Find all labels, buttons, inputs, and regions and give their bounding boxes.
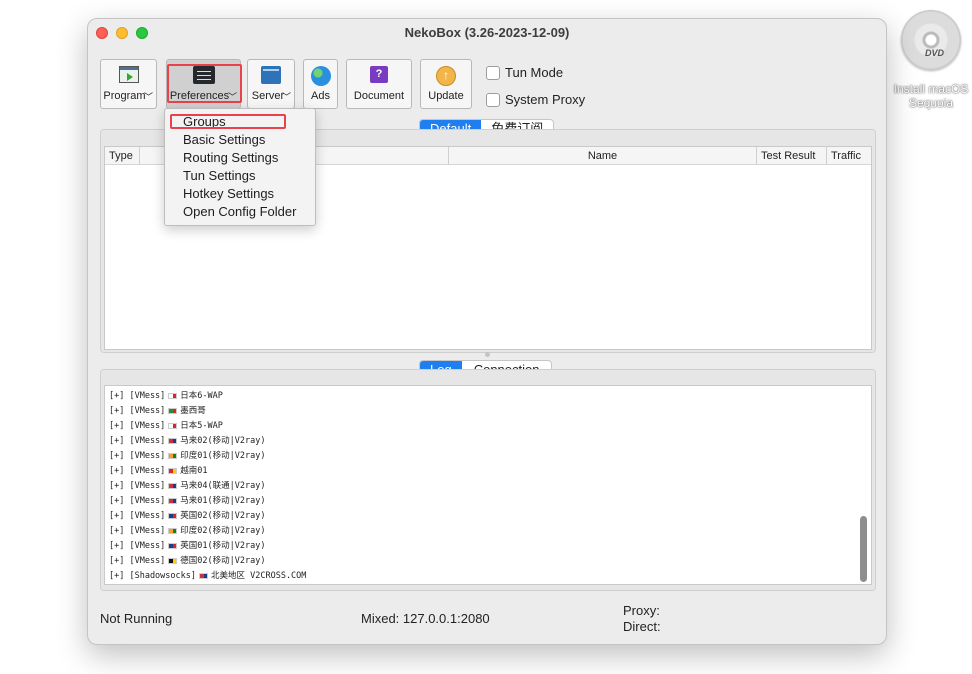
flag-icon bbox=[168, 422, 178, 429]
tun-mode-checkbox[interactable]: Tun Mode bbox=[486, 65, 563, 80]
column-type[interactable]: Type bbox=[105, 147, 140, 165]
log-line: [+] [Shadowsocks] 北美地区 V2CROSS.COM bbox=[109, 571, 307, 581]
status-proxy: Proxy: bbox=[623, 603, 660, 618]
flag-icon bbox=[168, 467, 178, 474]
nekobox-window: NekoBox (3.26-2023-12-09) Program ﹀ Pref… bbox=[87, 18, 887, 645]
log-line: [+] [VMess] 英国02(移动|V2ray) bbox=[109, 511, 266, 521]
flag-icon bbox=[168, 512, 178, 519]
flag-icon bbox=[168, 557, 178, 564]
log-lines: [+] [VMess] 日本6-WAP [+] [VMess] 墨西哥 [+] [VMe… bbox=[105, 386, 871, 584]
menu-item-hotkey-settings[interactable]: Hotkey Settings bbox=[165, 185, 315, 203]
document-button[interactable]: ? Document bbox=[346, 59, 412, 109]
menu-item-tun-settings[interactable]: Tun Settings bbox=[165, 167, 315, 185]
flag-icon bbox=[168, 527, 178, 534]
titlebar: NekoBox (3.26-2023-12-09) bbox=[88, 19, 886, 47]
log-line: [+] [VMess] 日本6-WAP bbox=[109, 391, 223, 401]
desktop-icon-label: Install macOS Sequoia bbox=[893, 82, 969, 110]
column-traffic[interactable]: Traffic bbox=[827, 147, 873, 165]
preferences-menu: Groups Basic Settings Routing Settings T… bbox=[164, 108, 316, 226]
preferences-icon bbox=[192, 66, 215, 84]
program-button[interactable]: Program ﹀ bbox=[100, 59, 157, 109]
desktop-install-macos-icon[interactable]: DVD Install macOS Sequoia bbox=[890, 10, 972, 110]
log-line: [+] [VMess] 印度02(移动|V2ray) bbox=[109, 526, 266, 536]
flag-icon bbox=[168, 392, 178, 399]
system-proxy-checkbox[interactable]: System Proxy bbox=[486, 92, 585, 107]
chevron-down-icon: ﹀ bbox=[281, 92, 291, 102]
window-title: NekoBox (3.26-2023-12-09) bbox=[404, 25, 570, 40]
update-button[interactable]: ↑ Update bbox=[420, 59, 472, 109]
update-icon: ↑ bbox=[436, 66, 456, 86]
status-running: Not Running bbox=[100, 611, 173, 626]
log-scrollbar[interactable] bbox=[860, 516, 867, 582]
globe-icon bbox=[310, 66, 331, 86]
server-button[interactable]: Server ﹀ bbox=[247, 59, 295, 109]
log-line: [+] [VMess] 墨西哥 bbox=[109, 406, 206, 416]
flag-icon bbox=[199, 572, 208, 579]
log-line: [+] [VMess] 马来01(移动|V2ray) bbox=[109, 496, 266, 506]
splitter-handle[interactable] bbox=[485, 352, 490, 357]
flag-icon bbox=[168, 542, 178, 549]
menu-item-open-config-folder[interactable]: Open Config Folder bbox=[165, 203, 315, 221]
preferences-button[interactable]: Preferences ﹀ bbox=[166, 59, 241, 109]
flag-icon bbox=[168, 497, 178, 504]
status-direct: Direct: bbox=[623, 619, 661, 634]
log-line: [+] [VMess] 英国01(移动|V2ray) bbox=[109, 541, 266, 551]
flag-icon bbox=[168, 407, 178, 414]
log-panel: [+] [VMess] 日本6-WAP [+] [VMess] 墨西哥 [+] [VMe… bbox=[100, 369, 876, 591]
chevron-down-icon: ﹀ bbox=[227, 92, 237, 102]
flag-icon bbox=[168, 482, 178, 489]
log-view[interactable]: [+] [VMess] 日本6-WAP [+] [VMess] 墨西哥 [+] [VMe… bbox=[104, 385, 872, 585]
column-test-result[interactable]: Test Result bbox=[757, 147, 827, 165]
dvd-icon: DVD bbox=[901, 10, 961, 70]
menu-item-basic-settings[interactable]: Basic Settings bbox=[165, 131, 315, 149]
status-mixed-port: Mixed: 127.0.0.1:2080 bbox=[361, 611, 490, 626]
program-icon bbox=[118, 66, 139, 83]
log-line: [+] [VMess] 德国02(移动|V2ray) bbox=[109, 556, 266, 566]
server-icon bbox=[261, 66, 281, 84]
menu-item-groups[interactable]: Groups bbox=[165, 113, 315, 131]
log-line: [+] [VMess] 马来04(联通|V2ray) bbox=[109, 481, 266, 491]
flag-icon bbox=[168, 437, 178, 444]
chevron-down-icon: ﹀ bbox=[143, 92, 153, 102]
ads-button[interactable]: Ads bbox=[303, 59, 338, 109]
column-name[interactable]: Name bbox=[449, 147, 757, 165]
document-help-icon: ? bbox=[370, 66, 388, 83]
log-line: [+] [VMess] 印度01(移动|V2ray) bbox=[109, 451, 266, 461]
log-line: [+] [VMess] 马来02(移动|V2ray) bbox=[109, 436, 266, 446]
menu-item-routing-settings[interactable]: Routing Settings bbox=[165, 149, 315, 167]
log-line: [+] [VMess] 越南01 bbox=[109, 466, 208, 476]
flag-icon bbox=[168, 452, 178, 459]
log-line: [+] [VMess] 日本5-WAP bbox=[109, 421, 223, 431]
